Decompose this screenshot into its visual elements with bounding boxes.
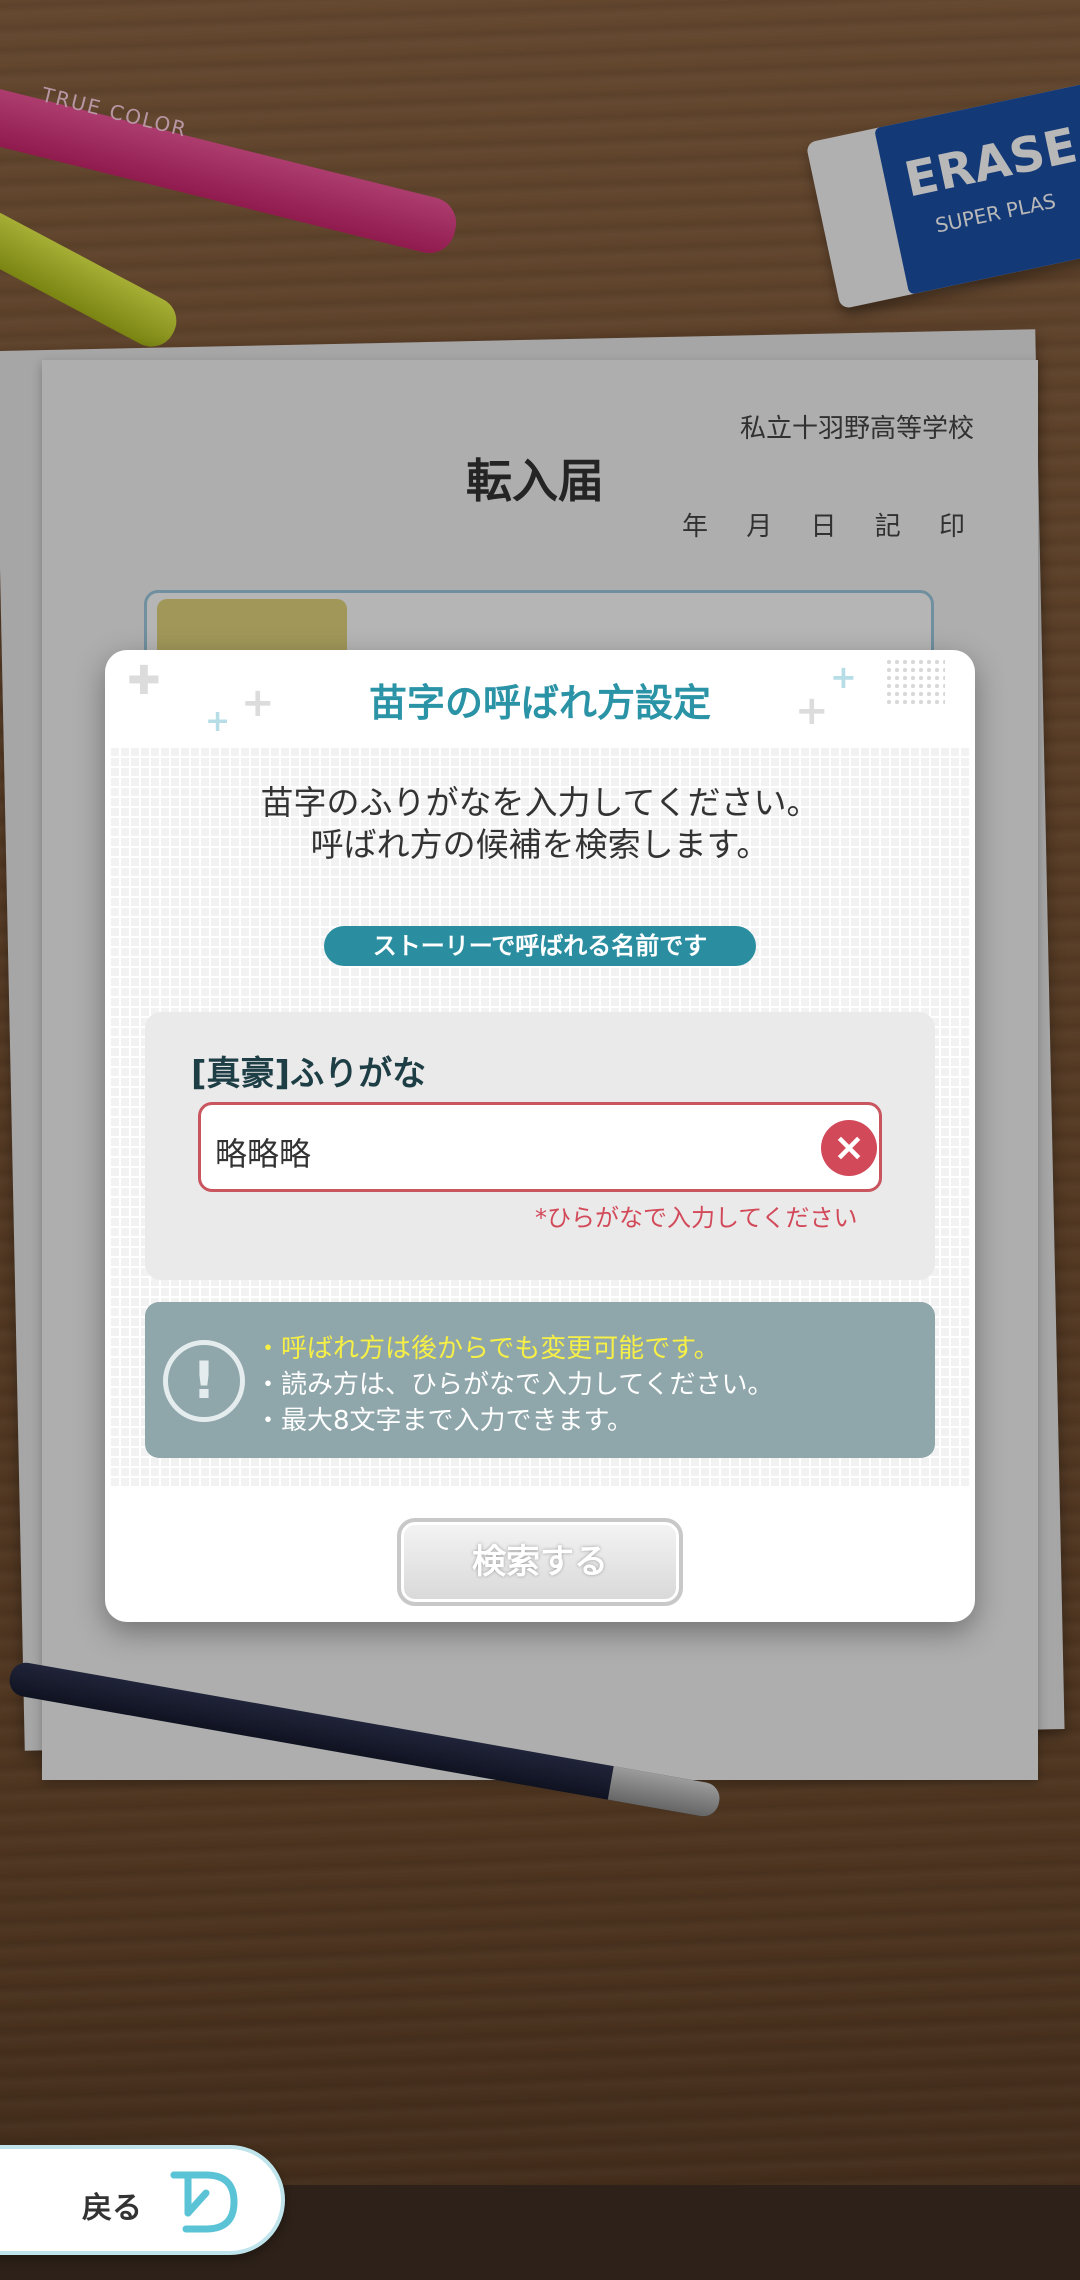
furigana-label: [真豪]ふりがな bbox=[191, 1054, 427, 1094]
surname-reading-dialog: ✚ + + + + 苗字の呼ばれ方設定 苗字のふりがなを入力してください。 呼ば… bbox=[105, 650, 975, 1622]
notice-line: ・読み方は、ひらがなで入力してください。 bbox=[255, 1370, 774, 1400]
instruction-line-2: 呼ばれ方の候補を検索します。 bbox=[310, 825, 770, 864]
exclamation-icon: ! bbox=[163, 1340, 245, 1422]
notice-line: ・呼ばれ方は後からでも変更可能です。 bbox=[255, 1334, 720, 1364]
instruction-line-1: 苗字のふりがなを入力してください。 bbox=[260, 783, 820, 822]
furigana-input[interactable]: 略略略 × bbox=[198, 1102, 882, 1192]
search-button[interactable]: 検索する bbox=[397, 1518, 683, 1606]
hiragana-hint: *ひらがなで入力してください bbox=[535, 1204, 858, 1232]
notice-box: ! ・呼ばれ方は後からでも変更可能です。 ・読み方は、ひらがなで入力してください… bbox=[145, 1302, 935, 1458]
dialog-title: 苗字の呼ばれ方設定 bbox=[368, 681, 711, 725]
back-label: 戻る bbox=[82, 2191, 142, 2226]
back-arrow-icon bbox=[170, 2171, 238, 2233]
clear-icon[interactable]: × bbox=[821, 1120, 877, 1176]
dialog-header: ✚ + + + + 苗字の呼ばれ方設定 bbox=[105, 650, 975, 746]
furigana-input-value: 略略略 bbox=[215, 1135, 312, 1173]
back-button[interactable]: 戻る bbox=[0, 2145, 285, 2255]
story-name-pill: ストーリーで呼ばれる名前です bbox=[324, 926, 756, 966]
notice-line: ・最大8文字まで入力できます。 bbox=[255, 1406, 633, 1436]
instruction-text: 苗字のふりがなを入力してください。 呼ばれ方の候補を検索します。 bbox=[105, 782, 975, 866]
